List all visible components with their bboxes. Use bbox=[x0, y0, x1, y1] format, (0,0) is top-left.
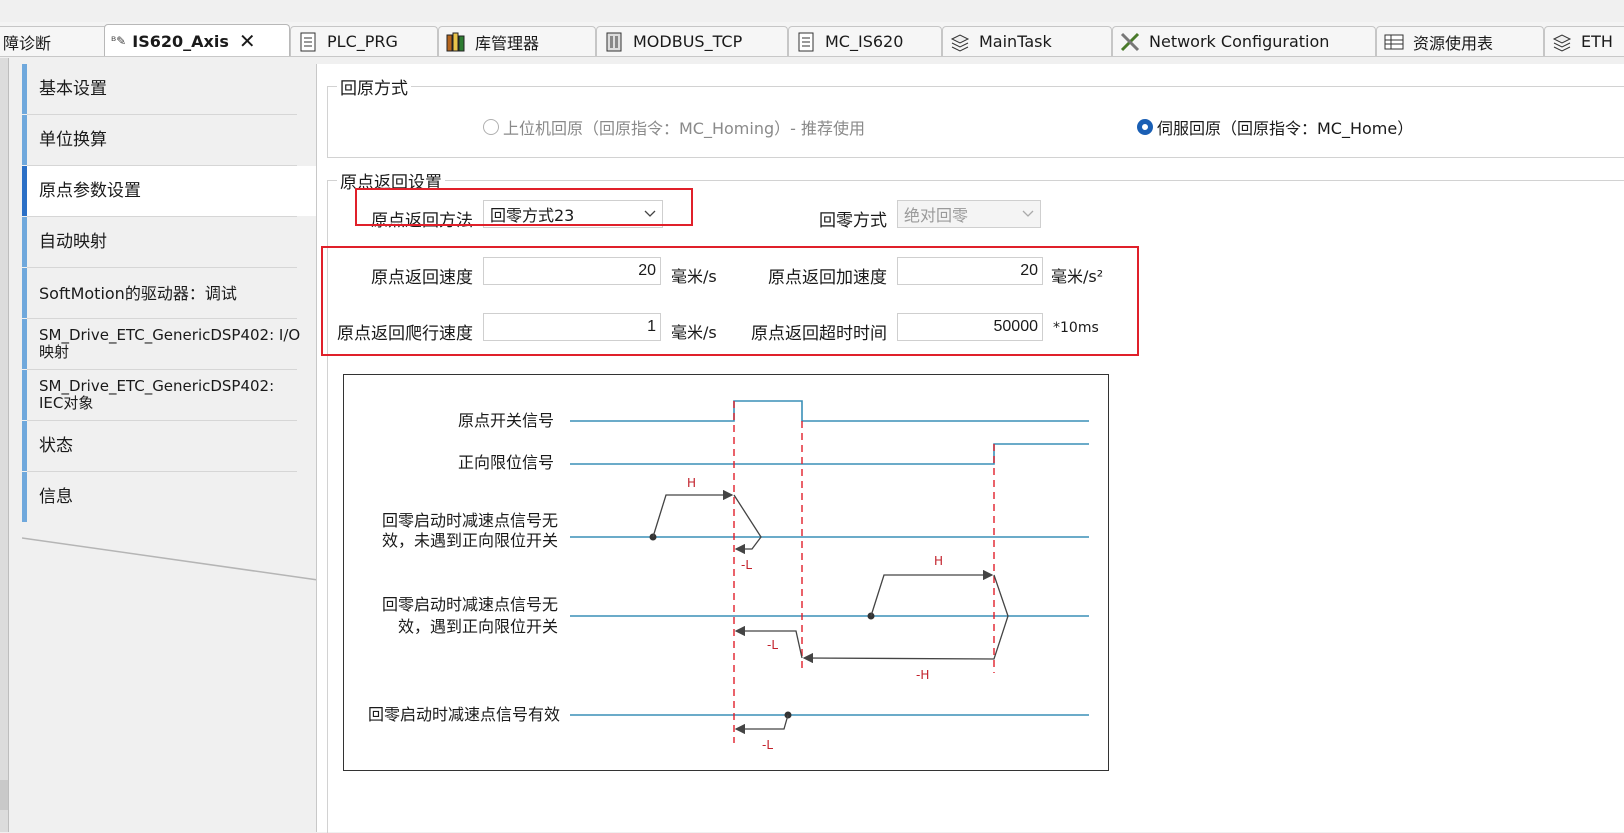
homing-mode-title: 回原方式 bbox=[337, 74, 411, 99]
task-icon bbox=[1552, 33, 1572, 52]
homing-settings-panel: 回原方式 上位机回原（回原指令：MC_Homing）- 推荐使用 伺服回原（回原… bbox=[316, 64, 1624, 833]
tab-label: IS620_Axis bbox=[132, 31, 229, 51]
homing-accel-input[interactable]: 20 bbox=[897, 257, 1043, 285]
radio-label: 伺服回原（回原指令：MC_Home） bbox=[1157, 119, 1414, 138]
sidebar-item-label: SM_Drive_ETC_GenericDSP402: I/O 映射 bbox=[39, 326, 301, 361]
homing-speed-label: 原点返回速度 bbox=[371, 268, 473, 288]
sidebar-item-label: 状态 bbox=[39, 435, 73, 456]
tab-mc-is620[interactable]: MC_IS620 bbox=[788, 26, 942, 56]
editor-tab-strip: 障诊断 ᴮ✎ IS620_Axis ✕ PLC_PRG 库管理器 MODBUS_… bbox=[0, 22, 1624, 57]
sidebar-item-information[interactable]: 信息 bbox=[22, 472, 312, 522]
chevron-down-icon bbox=[644, 210, 656, 217]
task-icon bbox=[950, 33, 970, 52]
homing-timeout-label: 原点返回超时时间 bbox=[751, 324, 887, 344]
homing-speed-unit: 毫米/s bbox=[671, 267, 717, 286]
tab-label: Network Configuration bbox=[1149, 32, 1330, 51]
tab-label: MODBUS_TCP bbox=[633, 32, 743, 51]
sidebar-item-auto-mapping[interactable]: 自动映射 bbox=[22, 217, 312, 267]
tab-is620-axis[interactable]: ᴮ✎ IS620_Axis ✕ bbox=[104, 24, 290, 56]
table-icon bbox=[1384, 34, 1404, 49]
homing-accel-unit: 毫米/s² bbox=[1051, 267, 1104, 286]
homing-accel-label: 原点返回加速度 bbox=[768, 268, 887, 288]
label-h: H bbox=[934, 554, 944, 568]
tab-label: ETH bbox=[1581, 32, 1613, 51]
label-neg-l: -L bbox=[762, 738, 774, 752]
sidebar-item-label: 自动映射 bbox=[39, 231, 107, 252]
home-switch-waveform bbox=[570, 400, 1089, 422]
settings-sidebar: 基本设置 单位换算 原点参数设置 自动映射 SoftMotion的驱动器：调试 … bbox=[22, 64, 320, 522]
sidebar-item-label: SoftMotion的驱动器：调试 bbox=[39, 283, 237, 303]
tab-library-manager[interactable]: 库管理器 bbox=[438, 26, 596, 56]
positive-limit-waveform bbox=[570, 443, 1089, 465]
creep-speed-input[interactable]: 1 bbox=[483, 313, 661, 341]
label-h: H bbox=[687, 476, 697, 490]
label-neg-h: -H bbox=[916, 668, 930, 682]
document-icon bbox=[798, 32, 814, 51]
sidebar-item-unit-conversion[interactable]: 单位换算 bbox=[22, 115, 312, 165]
tab-label: 障诊断 bbox=[3, 33, 52, 53]
label-neg-l: -L bbox=[741, 558, 753, 572]
library-icon bbox=[446, 32, 465, 51]
homing-method-select[interactable]: 回零方式23 bbox=[483, 200, 663, 228]
tab-label: 资源使用表 bbox=[1413, 33, 1494, 53]
homing-timeout-input[interactable]: 50000 bbox=[897, 313, 1043, 341]
tab-resource-usage[interactable]: 资源使用表 bbox=[1376, 26, 1544, 56]
left-dock-handle[interactable] bbox=[0, 780, 8, 810]
sidebar-item-label: 原点参数设置 bbox=[39, 180, 141, 201]
case1-path-return bbox=[733, 494, 762, 555]
sidebar-item-iec-objects[interactable]: SM_Drive_ETC_GenericDSP402: IEC对象 bbox=[22, 370, 312, 420]
homing-timing-diagram: 原点开关信号 正向限位信号 回零启动时减速点信号无 效，未遇到正向限位开关 回零… bbox=[343, 374, 1109, 771]
sidebar-item-label: 单位换算 bbox=[39, 129, 107, 150]
chevron-down-icon bbox=[1022, 210, 1034, 217]
homing-timeout-unit: *10ms bbox=[1053, 320, 1099, 336]
sidebar-item-softmotion-debug[interactable]: SoftMotion的驱动器：调试 bbox=[22, 268, 312, 318]
tab-plc-prg[interactable]: PLC_PRG bbox=[290, 26, 438, 56]
case2-path-neg-h bbox=[802, 574, 1009, 664]
radio-dot bbox=[1137, 119, 1153, 135]
sidebar-item-homing-parameters[interactable]: 原点参数设置 bbox=[22, 166, 320, 216]
tab-label: MC_IS620 bbox=[825, 32, 904, 51]
zero-mode-label: 回零方式 bbox=[819, 211, 887, 231]
sidebar-item-label: SM_Drive_ETC_GenericDSP402: IEC对象 bbox=[39, 377, 275, 412]
case2-path-h bbox=[870, 569, 994, 617]
radio-dot bbox=[483, 119, 499, 135]
network-icon bbox=[1120, 32, 1140, 51]
tab-fault-diagnosis[interactable]: 障诊断 bbox=[0, 26, 108, 56]
device-icon bbox=[606, 32, 622, 51]
tab-network-configuration[interactable]: Network Configuration bbox=[1112, 26, 1376, 56]
sidebar-item-basic-settings[interactable]: 基本设置 bbox=[22, 64, 312, 114]
case3-path-neg-l bbox=[734, 714, 789, 735]
timing-waveforms bbox=[570, 400, 1089, 743]
tab-label: PLC_PRG bbox=[327, 32, 398, 51]
sidebar-item-label: 信息 bbox=[39, 486, 73, 507]
host-homing-radio[interactable]: 上位机回原（回原指令：MC_Homing）- 推荐使用 bbox=[483, 115, 865, 139]
zero-mode-select[interactable]: 绝对回零 bbox=[897, 200, 1041, 228]
sidebar-item-io-mapping[interactable]: SM_Drive_ETC_GenericDSP402: I/O 映射 bbox=[22, 319, 312, 369]
left-dock-rail bbox=[0, 58, 9, 832]
homing-settings-title: 原点返回设置 bbox=[337, 168, 445, 193]
select-value: 回零方式23 bbox=[490, 206, 575, 225]
close-icon[interactable]: ✕ bbox=[239, 29, 256, 53]
tab-maintask[interactable]: MainTask bbox=[942, 26, 1112, 56]
creep-speed-label: 原点返回爬行速度 bbox=[337, 324, 473, 344]
homing-speed-input[interactable]: 20 bbox=[483, 257, 661, 285]
tab-eth[interactable]: ETH bbox=[1544, 26, 1624, 56]
case1-path-h bbox=[652, 489, 734, 538]
homing-method-label: 原点返回方法 bbox=[371, 211, 473, 231]
document-icon bbox=[300, 32, 316, 51]
creep-speed-unit: 毫米/s bbox=[671, 323, 717, 342]
tab-label: MainTask bbox=[979, 32, 1052, 51]
radio-label: 上位机回原（回原指令：MC_Homing）- 推荐使用 bbox=[503, 119, 865, 138]
axis-icon: ᴮ✎ bbox=[111, 34, 127, 48]
select-value: 绝对回零 bbox=[904, 206, 969, 225]
sidebar-item-label: 基本设置 bbox=[39, 78, 107, 99]
tab-modbus-tcp[interactable]: MODBUS_TCP bbox=[596, 26, 788, 56]
servo-homing-radio[interactable]: 伺服回原（回原指令：MC_Home） bbox=[1137, 115, 1413, 139]
tab-label: 库管理器 bbox=[475, 33, 540, 53]
label-neg-l: -L bbox=[767, 638, 779, 652]
sidebar-item-status[interactable]: 状态 bbox=[22, 421, 312, 471]
sidebar-bottom-edge bbox=[22, 537, 319, 581]
